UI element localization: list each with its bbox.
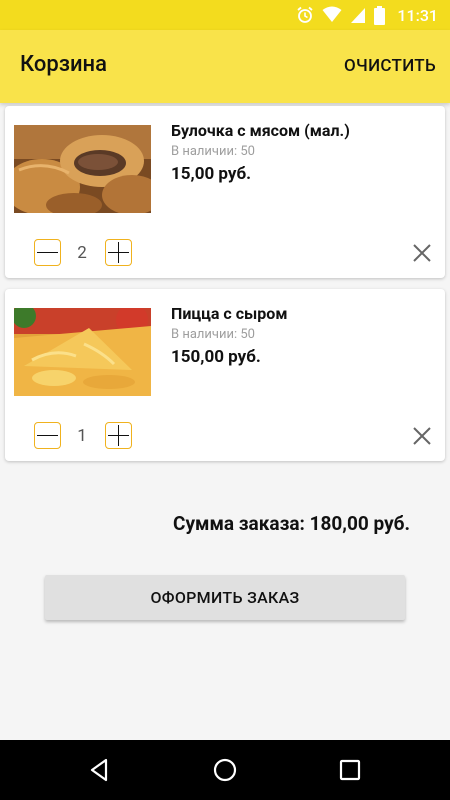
- remove-item-button[interactable]: [412, 426, 432, 446]
- product-price: 15,00 руб.: [171, 164, 252, 184]
- increase-quantity-button[interactable]: [105, 422, 132, 449]
- status-icons: 11:31: [296, 5, 438, 25]
- product-name: Булочка с мясом (мал.): [171, 121, 350, 140]
- page-title: Корзина: [20, 52, 107, 77]
- minus-icon: [37, 251, 58, 253]
- signal-icon: [351, 8, 366, 23]
- navigation-bar: [0, 740, 450, 800]
- product-price: 150,00 руб.: [171, 347, 261, 367]
- app-bar: Корзина ОЧИСТИТЬ: [0, 30, 450, 103]
- product-stock: В наличии: 50: [171, 144, 255, 159]
- back-icon[interactable]: [86, 756, 114, 784]
- remove-item-button[interactable]: [412, 243, 432, 263]
- cart-item: Булочка с мясом (мал.) В наличии: 50 15,…: [5, 106, 445, 278]
- product-image: [14, 125, 151, 213]
- battery-icon: [374, 5, 386, 25]
- recents-icon[interactable]: [336, 756, 364, 784]
- wifi-icon: [322, 6, 342, 22]
- checkout-button[interactable]: ОФОРМИТЬ ЗАКАЗ: [45, 575, 405, 620]
- quantity-value: 2: [77, 243, 87, 263]
- clear-cart-button[interactable]: ОЧИСТИТЬ: [344, 56, 436, 76]
- product-image: [14, 308, 151, 396]
- status-time: 11:31: [397, 5, 438, 25]
- product-name: Пицца с сыром: [171, 304, 288, 323]
- home-icon[interactable]: [211, 756, 239, 784]
- decrease-quantity-button[interactable]: [34, 422, 61, 449]
- decrease-quantity-button[interactable]: [34, 239, 61, 266]
- status-bar: 11:31: [0, 0, 450, 30]
- cart-item: Пицца с сыром В наличии: 50 150,00 руб. …: [5, 289, 445, 461]
- minus-icon: [37, 434, 58, 436]
- product-stock: В наличии: 50: [171, 327, 255, 342]
- order-total: Сумма заказа: 180,00 руб.: [173, 512, 410, 535]
- quantity-value: 1: [77, 426, 87, 446]
- increase-quantity-button[interactable]: [105, 239, 132, 266]
- alarm-icon: [297, 6, 313, 23]
